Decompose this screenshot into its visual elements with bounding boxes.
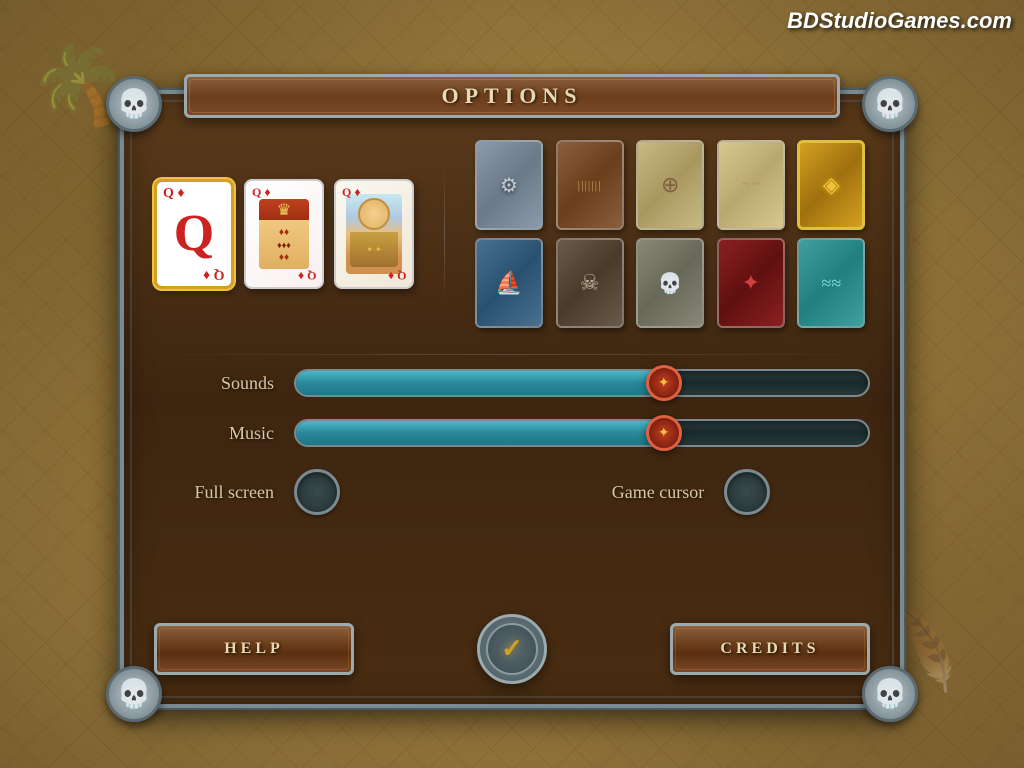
skull-corner-tl: 💀 bbox=[106, 76, 162, 132]
sounds-row: Sounds bbox=[154, 369, 870, 397]
card-back-skull-brown[interactable]: ☠ bbox=[556, 238, 624, 328]
card-style-character[interactable]: Q ♦ ✦ ✦ Q ♦ bbox=[334, 179, 414, 289]
help-button[interactable]: HELP bbox=[154, 623, 354, 675]
checkmark-icon: ✓ bbox=[501, 634, 523, 664]
card-symbol3-tl: Q ♦ bbox=[342, 185, 360, 200]
music-row: Music bbox=[154, 419, 870, 447]
card-back-wood[interactable]: ||||||| bbox=[556, 140, 624, 230]
sounds-slider-fill bbox=[296, 371, 668, 395]
ok-button[interactable]: ✓ bbox=[477, 614, 547, 684]
options-panel: 💀 💀 💀 💀 OPTIONS Q ♦ Q Q ♦ Q ♦ ♛ bbox=[120, 90, 904, 708]
card-style-classic[interactable]: Q ♦ ♛ ♦♦ ♦♦♦ ♦♦ Q ♦ bbox=[244, 179, 324, 289]
card-style-previews: Q ♦ Q Q ♦ Q ♦ ♛ ♦♦ ♦♦♦ ♦♦ Q ♦ bbox=[154, 179, 414, 289]
title-bar: OPTIONS bbox=[184, 74, 840, 118]
card-big-q: Q bbox=[174, 208, 214, 260]
sounds-slider[interactable] bbox=[294, 369, 870, 397]
separator-line bbox=[144, 354, 880, 355]
fullscreen-label: Full screen bbox=[154, 482, 274, 503]
card-back-parchment[interactable]: ~ ~ bbox=[717, 140, 785, 230]
panel-title: OPTIONS bbox=[441, 83, 582, 109]
card-back-ocean[interactable]: ≈≈ bbox=[797, 238, 865, 328]
card-symbol2-br: Q ♦ bbox=[298, 268, 316, 283]
queen-face: ♛ ♦♦ ♦♦♦ ♦♦ bbox=[259, 199, 309, 269]
ok-button-inner: ✓ bbox=[486, 623, 538, 675]
character-face: ✦ ✦ bbox=[346, 194, 402, 274]
music-slider-fill bbox=[296, 421, 668, 445]
card-back-chest[interactable]: ◈ bbox=[797, 140, 865, 230]
skull-corner-tr: 💀 bbox=[862, 76, 918, 132]
card-symbol-br: Q ♦ bbox=[203, 266, 225, 282]
fullscreen-toggle[interactable] bbox=[294, 469, 340, 515]
music-slider[interactable] bbox=[294, 419, 870, 447]
sounds-slider-thumb[interactable] bbox=[646, 365, 682, 401]
cards-section: Q ♦ Q Q ♦ Q ♦ ♛ ♦♦ ♦♦♦ ♦♦ Q ♦ bbox=[154, 134, 870, 334]
skull-corner-bl: 💀 bbox=[106, 666, 162, 722]
card-back-badge[interactable]: ✦ bbox=[717, 238, 785, 328]
credits-button[interactable]: CREDITS bbox=[670, 623, 870, 675]
bottom-buttons: HELP ✓ CREDITS bbox=[154, 614, 870, 684]
card-back-ship[interactable]: ⛵ bbox=[475, 238, 543, 328]
gamecursor-group: Game cursor bbox=[512, 469, 870, 515]
card-symbol2-tl: Q ♦ bbox=[252, 185, 270, 200]
card-symbol3-br: Q ♦ bbox=[388, 268, 406, 283]
section-divider bbox=[444, 164, 445, 304]
card-style-plain[interactable]: Q ♦ Q Q ♦ bbox=[154, 179, 234, 289]
credits-button-label: CREDITS bbox=[720, 640, 819, 658]
card-back-compass[interactable]: ⊕ bbox=[636, 140, 704, 230]
help-button-label: HELP bbox=[224, 640, 284, 658]
skull-corner-br: 💀 bbox=[862, 666, 918, 722]
toggle-row: Full screen Game cursor bbox=[154, 469, 870, 515]
fullscreen-group: Full screen bbox=[154, 469, 512, 515]
card-backs-grid: ⚙ ||||||| ⊕ ~ ~ ◈ ⛵ ☠ 💀 bbox=[475, 140, 870, 328]
card-back-skull-gray[interactable]: 💀 bbox=[636, 238, 704, 328]
controls-section: Sounds Music Full screen bbox=[154, 369, 870, 531]
card-back-metal[interactable]: ⚙ bbox=[475, 140, 543, 230]
card-symbol-tl: Q ♦ bbox=[163, 186, 185, 202]
music-label: Music bbox=[154, 423, 274, 444]
sounds-label: Sounds bbox=[154, 373, 274, 394]
gamecursor-label: Game cursor bbox=[612, 482, 704, 503]
music-slider-thumb[interactable] bbox=[646, 415, 682, 451]
gamecursor-toggle[interactable] bbox=[724, 469, 770, 515]
watermark: BDStudioGames.com bbox=[787, 8, 1012, 34]
